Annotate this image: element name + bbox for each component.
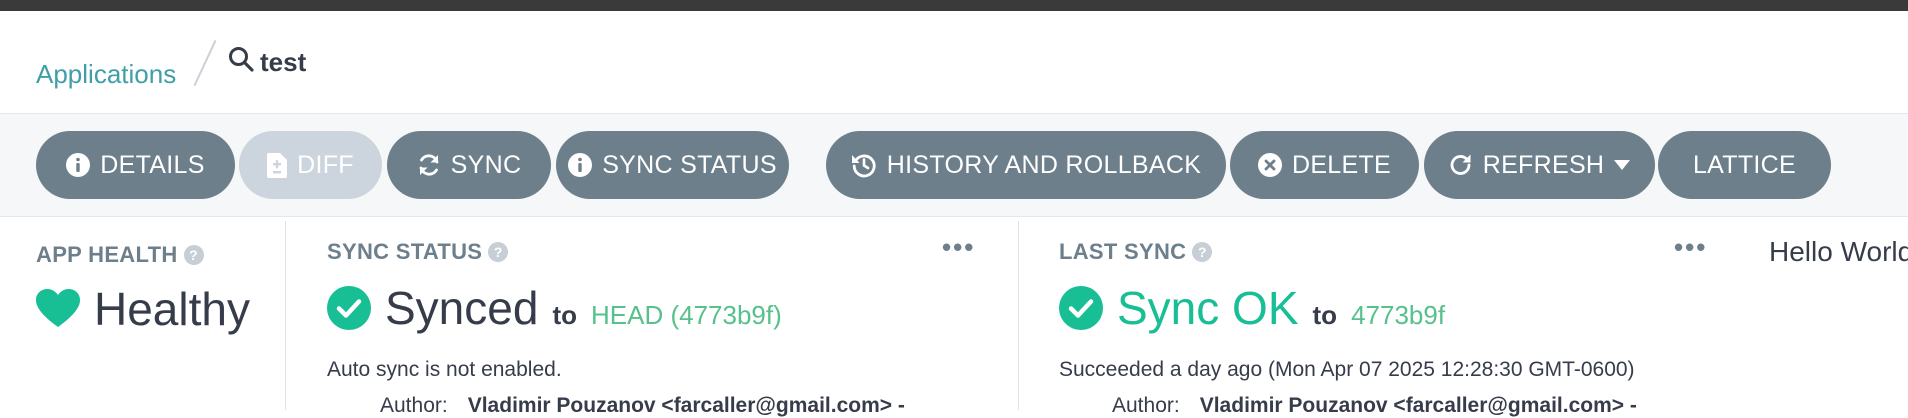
sync-status-to-word: to [552,300,577,330]
refresh-icon [1450,154,1471,175]
last-sync-title-text: LAST SYNC [1059,239,1187,264]
info-icon [568,153,593,177]
panel-divider [1018,221,1019,410]
close-circle-icon [1257,153,1282,177]
sync-status-button-label: SYNC STATUS [602,150,777,179]
sync-status-status-text: Synced [385,282,539,334]
app-health-title: APP HEALTH ? [36,242,204,268]
help-icon[interactable]: ? [1192,242,1213,262]
last-sync-revision-link[interactable]: 4773b9f [1351,300,1445,331]
sync-button-label: SYNC [450,150,522,179]
sync-status-revision-link[interactable]: HEAD (4773b9f) [591,300,782,331]
info-icon [66,153,91,177]
breadcrumb-applications-link[interactable]: Applications [36,59,176,90]
sync-status-title-text: SYNC STATUS [327,239,483,264]
toolbar-divider [0,216,1908,217]
details-button-label: DETAILS [100,150,205,179]
heart-icon [36,289,80,327]
more-options-icon[interactable]: ••• [1674,232,1707,263]
last-sync-author: Author: Vladimir Pouzanov <farcaller@gmai… [1112,394,1637,418]
breadcrumb-search-text: test [260,47,307,77]
sync-status-author-label: Author: [380,394,448,417]
details-button[interactable]: DETAILS [36,131,235,199]
app-health-status: Healthy [36,282,250,336]
sync-button[interactable]: SYNC [387,131,551,199]
history-and-rollback-button[interactable]: HISTORY AND ROLLBACK [826,131,1226,199]
check-circle-icon [1059,286,1103,330]
last-sync-status: Sync OK to 4773b9f [1059,281,1445,335]
delete-button[interactable]: DELETE [1230,131,1419,199]
sync-status-author: Author: Vladimir Pouzanov <farcaller@gmai… [380,394,905,418]
check-circle-icon [327,286,371,330]
sync-icon [419,154,439,176]
refresh-button-label: REFRESH [1482,150,1605,179]
refresh-button[interactable]: REFRESH [1424,131,1655,199]
diff-button-label: DIFF [297,150,354,179]
sync-status-button[interactable]: SYNC STATUS [556,131,789,199]
hello-world-text: Hello World [1769,236,1908,267]
last-sync-to-word: to [1312,300,1338,330]
search-icon [229,47,254,72]
more-options-icon[interactable]: ••• [942,232,975,263]
last-sync-status-text: Sync OK [1117,282,1299,334]
lattice-button-label: LATTICE [1692,150,1797,179]
help-icon[interactable]: ? [488,242,509,262]
diff-button[interactable]: DIFF [239,131,382,199]
last-sync-detail: Succeeded a day ago (Mon Apr 07 2025 12:… [1059,358,1635,381]
delete-button-label: DELETE [1291,150,1392,179]
history-icon [851,154,876,178]
history-and-rollback-button-label: HISTORY AND ROLLBACK [886,150,1202,179]
sync-status-title: SYNC STATUS ? [327,239,509,265]
panel-divider [285,221,286,410]
sync-status-status: Synced to HEAD (4773b9f) [327,281,782,335]
sync-status-detail: Auto sync is not enabled. [327,358,562,381]
last-sync-author-label: Author: [1112,394,1180,417]
file-diff-icon [267,152,288,178]
app-health-status-text: Healthy [94,283,250,335]
last-sync-author-value: Vladimir Pouzanov <farcaller@gmail.com> … [1199,394,1637,417]
caret-down-icon [1614,160,1631,170]
app-health-title-text: APP HEALTH [36,242,178,267]
app-toolbar: DETAILS DIFF SYNC SYNC STATUS HISTORY AN… [0,114,1908,216]
last-sync-title: LAST SYNC ? [1059,239,1213,265]
top-bar [0,0,1908,11]
sync-status-author-value: Vladimir Pouzanov <farcaller@gmail.com> … [467,394,905,417]
help-icon[interactable]: ? [183,245,204,265]
lattice-button[interactable]: LATTICE [1658,131,1831,199]
